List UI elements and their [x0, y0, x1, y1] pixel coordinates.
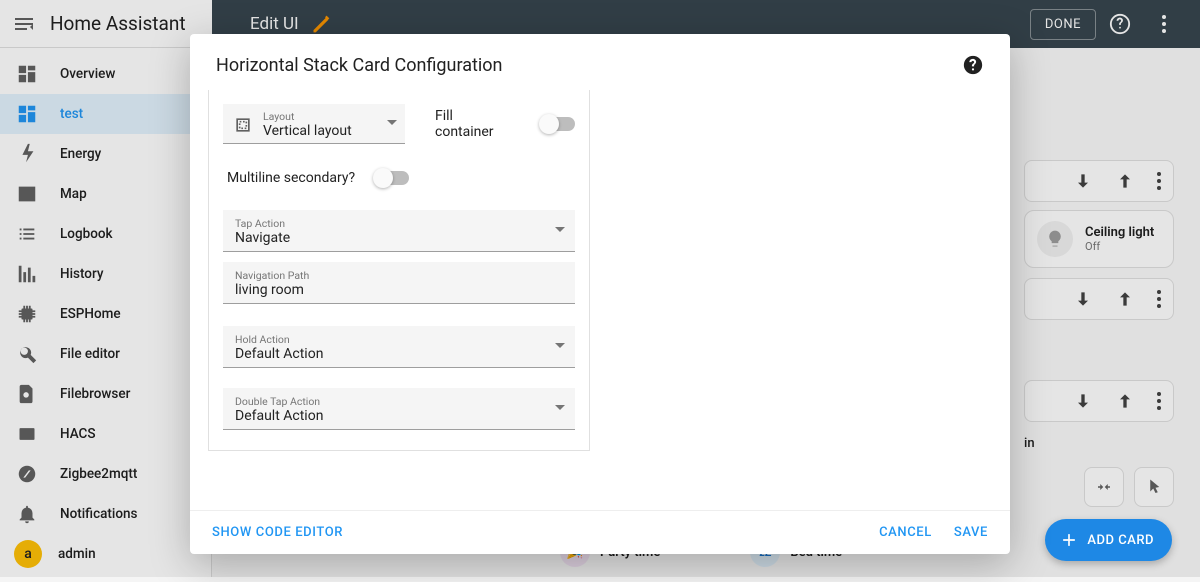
- modal-footer: SHOW CODE EDITOR CANCEL SAVE: [190, 510, 1010, 554]
- multiline-label: Multiline secondary?: [227, 170, 375, 186]
- cancel-button[interactable]: CANCEL: [879, 525, 932, 540]
- fill-container-toggle[interactable]: [541, 117, 575, 131]
- field-value: living room: [235, 282, 565, 298]
- config-panel: Layout Vertical layout Fill container Mu…: [208, 90, 590, 451]
- add-card-button[interactable]: ADD CARD: [1045, 519, 1172, 561]
- chevron-down-icon: [555, 343, 565, 353]
- save-button[interactable]: SAVE: [954, 525, 988, 540]
- double-tap-action-select[interactable]: Double Tap Action Default Action: [223, 388, 575, 430]
- plus-icon: [1059, 530, 1079, 550]
- field-value: Default Action: [235, 408, 547, 424]
- field-value: Default Action: [235, 346, 547, 362]
- modal-title: Horizontal Stack Card Configuration: [216, 55, 962, 76]
- fill-container-label: Fill container: [435, 108, 511, 140]
- layout-icon: [233, 115, 253, 135]
- field-value: Navigate: [235, 230, 547, 246]
- hold-action-select[interactable]: Hold Action Default Action: [223, 326, 575, 368]
- toggle-knob: [373, 168, 393, 188]
- layout-select[interactable]: Layout Vertical layout: [223, 104, 405, 144]
- help-circle-icon[interactable]: [962, 54, 984, 76]
- multiline-toggle[interactable]: [375, 171, 409, 185]
- field-label: Layout: [263, 110, 379, 123]
- field-value: Vertical layout: [263, 123, 379, 139]
- toggle-knob: [539, 114, 559, 134]
- chevron-down-icon: [387, 120, 397, 130]
- modal-header: Horizontal Stack Card Configuration: [190, 34, 1010, 90]
- field-label: Navigation Path: [235, 269, 565, 282]
- chevron-down-icon: [555, 227, 565, 237]
- show-code-editor-button[interactable]: SHOW CODE EDITOR: [212, 525, 343, 540]
- chevron-down-icon: [555, 405, 565, 415]
- field-label: Double Tap Action: [235, 395, 547, 408]
- card-config-modal: Horizontal Stack Card Configuration Layo…: [190, 34, 1010, 554]
- navigation-path-input[interactable]: Navigation Path living room: [223, 262, 575, 304]
- modal-body: Layout Vertical layout Fill container Mu…: [190, 90, 1010, 510]
- tap-action-select[interactable]: Tap Action Navigate: [223, 210, 575, 252]
- field-label: Tap Action: [235, 217, 547, 230]
- field-label: Hold Action: [235, 333, 547, 346]
